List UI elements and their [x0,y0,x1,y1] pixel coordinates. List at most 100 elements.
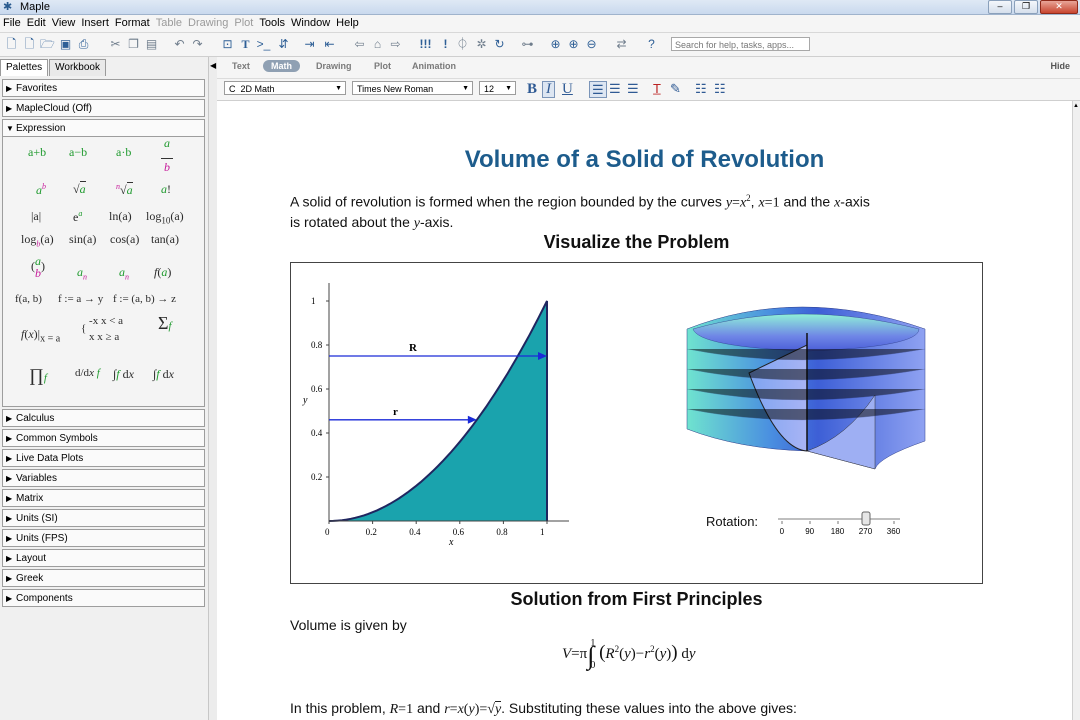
palette-fraction[interactable]: ab [161,137,173,173]
execute-icon[interactable]: ! [438,37,453,51]
mode-drawing[interactable]: Drawing [316,61,352,71]
palette-sin[interactable]: sin(a) [69,232,96,247]
mode-animation[interactable]: Animation [412,61,456,71]
font-select[interactable]: Times New Roman ▼ [352,81,473,95]
palette-live-data-plots[interactable]: ▶ Live Data Plots [2,449,205,467]
link-icon[interactable]: ⊶ [520,37,535,51]
palette-common-symbols[interactable]: ▶ Common Symbols [2,429,205,447]
zoom-out-icon[interactable]: ⊖ [584,37,599,51]
palette-logb[interactable]: logb(a) [21,232,54,248]
palette-greek[interactable]: ▶ Greek [2,569,205,587]
palette-product[interactable]: ∏f [29,365,47,386]
input-mode-select[interactable]: C 2D Math ▼ [224,81,346,95]
align-left-icon[interactable]: ☰ [589,81,607,98]
palette-favorites[interactable]: ▶ Favorites [2,79,205,97]
rotation-slider[interactable]: 0 90 180 270 360 [772,509,912,539]
palette-arrow-function[interactable]: f := a → y [58,293,103,305]
palette-matrix[interactable]: ▶ Matrix [2,489,205,507]
palette-subtract[interactable]: a−b [69,145,87,160]
palette-units-fps[interactable]: ▶ Units (FPS) [2,529,205,547]
menu-table[interactable]: Table [153,15,185,32]
palette-definite-integral[interactable]: ∫f dx [153,367,174,382]
palette-factorial[interactable]: a! [161,182,171,197]
palette-exp[interactable]: ea [73,209,82,225]
align-right-icon[interactable]: ☰ [627,80,639,98]
new-document-icon[interactable]: 🗋 [4,37,19,51]
text-color-icon[interactable]: T̲ [653,80,661,98]
print-icon[interactable]: ⎙ [76,37,91,51]
mode-math[interactable]: Math [263,60,300,72]
font-size-select[interactable]: 12 ▼ [479,81,516,95]
text-mode-icon[interactable]: T [238,37,253,51]
open-icon[interactable]: 🗁 [40,37,55,51]
palette-units-si[interactable]: ▶ Units (SI) [2,509,205,527]
execute-all-icon[interactable]: !!! [418,37,433,51]
math-prompt-icon[interactable]: >_ [256,37,271,51]
palette-nth-root[interactable]: n√a [116,182,133,198]
solid-3d-plot[interactable] [679,299,939,519]
hide-toolbar-button[interactable]: Hide [1050,61,1070,71]
close-button[interactable]: ✕ [1040,0,1078,14]
menu-file[interactable]: File [0,15,24,32]
outdent-icon[interactable]: ⇤ [322,37,337,51]
palette-summation[interactable]: Σf [158,314,172,334]
palette-abs[interactable]: |a| [31,209,41,224]
redo-icon[interactable]: ↷ [190,37,205,51]
menu-format[interactable]: Format [112,15,153,32]
palette-calculus[interactable]: ▶ Calculus [2,409,205,427]
palette-indefinite-integral[interactable]: ∫f dx [113,367,134,382]
palette-function[interactable]: f(a) [154,265,171,280]
save-icon[interactable]: ▣ [58,37,73,51]
palette-function-two-args[interactable]: f(a, b) [15,293,42,305]
home-icon[interactable]: ⌂ [370,37,385,51]
menu-edit[interactable]: Edit [24,15,49,32]
palette-variables[interactable]: ▶ Variables [2,469,205,487]
indent-icon[interactable]: ⇥ [302,37,317,51]
palette-maplecloud[interactable]: ▶ MapleCloud (Off) [2,99,205,117]
palette-arrow-function-two[interactable]: f := (a, b) → z [113,293,176,305]
slider-thumb[interactable] [861,511,871,526]
cut-icon[interactable]: ✂ [108,37,123,51]
forward-icon[interactable]: ⇨ [388,37,403,51]
menu-help[interactable]: Help [333,15,362,32]
palette-log10[interactable]: log10(a) [146,209,184,225]
restart-icon[interactable]: ↻ [492,37,507,51]
tab-workbook[interactable]: Workbook [49,59,106,76]
palette-expression[interactable]: ▼ Expression [2,119,205,137]
panel-collapse-handle[interactable]: ◀ [208,57,217,720]
paste-icon[interactable]: ▤ [144,37,159,51]
palette-piecewise[interactable]: { -x x < ax x ≥ a [81,313,123,345]
palette-eval-at[interactable]: f(x)|x = a [21,327,60,344]
numbered-list-icon[interactable]: ☷ [714,80,726,98]
swap-icon[interactable]: ⇄ [614,37,629,51]
text-region-icon[interactable]: ⊡ [220,37,235,51]
highlight-icon[interactable]: ✎ [670,80,681,98]
menu-plot[interactable]: Plot [231,15,256,32]
maximize-button[interactable]: ❐ [1014,0,1038,14]
palette-derivative[interactable]: d/dx f [75,367,100,379]
underline-icon[interactable]: U [562,80,573,98]
palette-atomic-subscript[interactable]: an [119,265,129,281]
stop-icon[interactable]: ⏀ [455,37,470,51]
palette-sqrt[interactable]: √a [73,181,86,197]
palette-components[interactable]: ▶ Components [2,589,205,607]
menu-tools[interactable]: Tools [256,15,288,32]
palette-cos[interactable]: cos(a) [110,232,139,247]
vertical-scrollbar[interactable]: ▲ [1072,101,1080,720]
debug-icon[interactable]: ✲ [474,37,489,51]
minimize-button[interactable]: ‒ [988,0,1012,14]
palette-multiply[interactable]: a·b [116,145,131,160]
palette-binomial[interactable]: (a b) [31,255,45,279]
palette-layout[interactable]: ▶ Layout [2,549,205,567]
mode-text[interactable]: Text [232,61,250,71]
palette-add[interactable]: a+b [28,145,46,160]
mode-plot[interactable]: Plot [374,61,391,71]
align-center-icon[interactable]: ☰ [609,80,621,98]
bold-icon[interactable]: B [527,80,537,98]
menu-drawing[interactable]: Drawing [185,15,231,32]
palette-tan[interactable]: tan(a) [151,232,179,247]
palette-subscript[interactable]: an [77,265,87,281]
menu-window[interactable]: Window [288,15,333,32]
bullet-list-icon[interactable]: ☷ [695,80,707,98]
zoom-in-icon[interactable]: ⊕ [566,37,581,51]
